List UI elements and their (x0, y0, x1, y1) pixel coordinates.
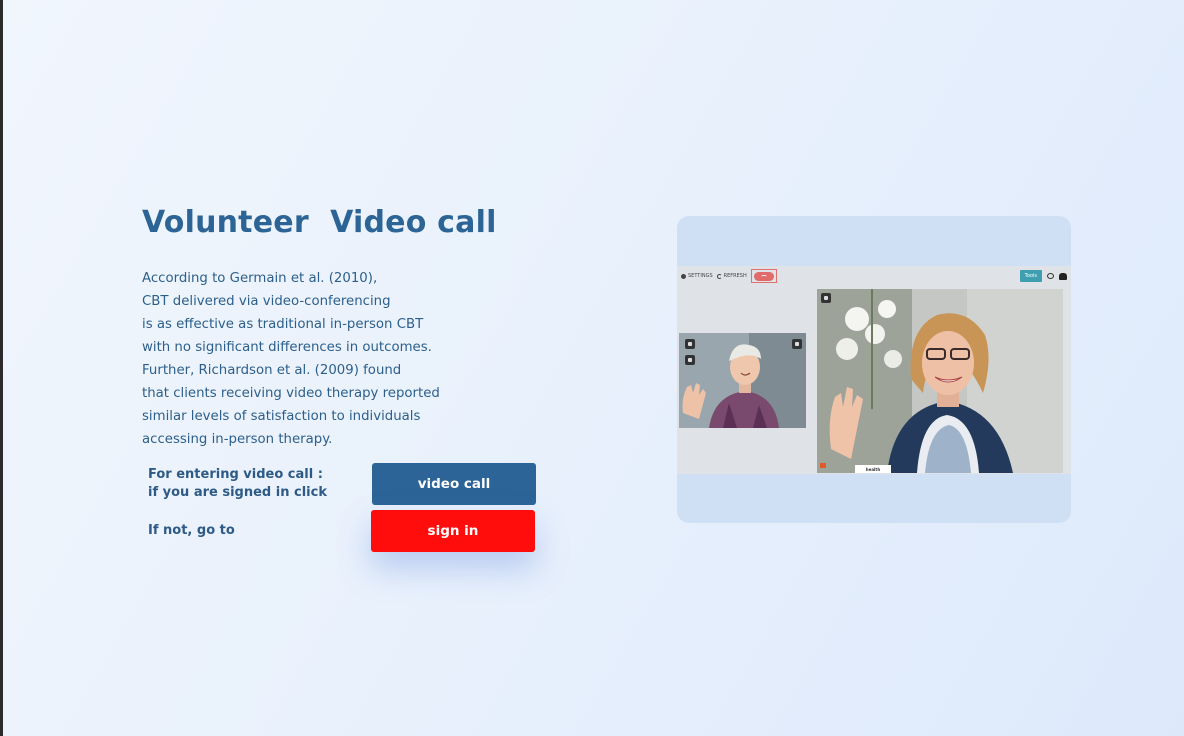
people-icon (1059, 272, 1067, 280)
paragraph-line: that clients receiving video therapy rep… (142, 386, 440, 401)
toolbar-right: Tools (1019, 270, 1067, 282)
sign-in-instruction: If not, go to (148, 523, 235, 538)
phone-hangup-icon (753, 271, 774, 281)
video-call-button[interactable]: video call (372, 463, 536, 505)
participant-video-small (679, 333, 806, 428)
gear-icon (681, 273, 686, 279)
video-call-preview-card: SETTINGS REFRESH Tools health (677, 216, 1071, 523)
refresh-label: REFRESH (723, 273, 747, 279)
settings-label: SETTINGS (688, 273, 713, 279)
camera-icon (685, 339, 695, 349)
window-edge (0, 0, 3, 736)
microphone-icon (685, 355, 695, 365)
call-toolbar: SETTINGS REFRESH Tools (677, 266, 1071, 286)
paragraph-line: is as effective as traditional in-person… (142, 317, 424, 332)
refresh-icon (716, 273, 722, 279)
paragraph-line: similar levels of satisfaction to indivi… (142, 409, 421, 424)
paragraph-line: accessing in-person therapy. (142, 432, 333, 447)
volume-icon (821, 293, 831, 303)
hang-up-control (750, 269, 777, 283)
instruction-line: if you are signed in click (148, 485, 327, 500)
tools-label: Tools (1019, 270, 1042, 282)
health-logo: health (855, 465, 891, 473)
paragraph-line: with no significant differences in outco… (142, 340, 432, 355)
paragraph-line: Further, Richardson et al. (2009) found (142, 363, 402, 378)
paragraph-line: According to Germain et al. (2010), (142, 271, 378, 286)
description-paragraph: According to Germain et al. (2010), CBT … (142, 267, 440, 451)
recording-indicator (820, 463, 826, 468)
participant-video-large: health (817, 289, 1063, 473)
participant-photo (817, 289, 1063, 473)
participant-photo (679, 333, 806, 428)
settings-control: SETTINGS (681, 273, 713, 279)
page-title: Volunteer Video call (142, 205, 497, 240)
video-call-screenshot: SETTINGS REFRESH Tools health (677, 266, 1071, 474)
sign-in-button[interactable]: sign in (371, 510, 535, 552)
paragraph-line: CBT delivered via video-conferencing (142, 294, 391, 309)
video-call-instruction: For entering video call : if you are sig… (148, 466, 327, 502)
chat-icon (1047, 273, 1054, 279)
refresh-control: REFRESH (716, 273, 747, 279)
expand-icon (792, 339, 802, 349)
instruction-line: For entering video call : (148, 467, 323, 482)
